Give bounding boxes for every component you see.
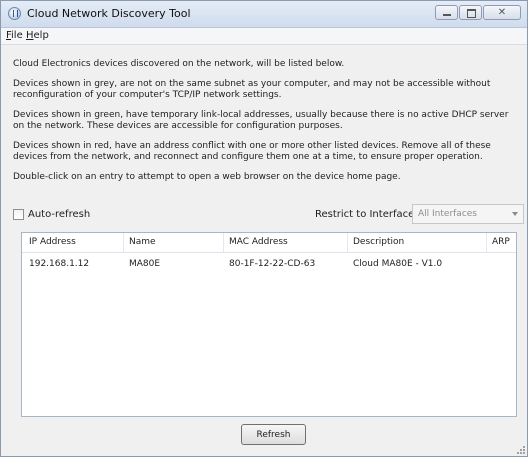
info-paragraph: Double-click on an entry to attempt to o… bbox=[13, 172, 401, 182]
menu-help-label: elp bbox=[33, 30, 49, 41]
title-bar[interactable]: Cloud Network Discovery Tool ✕ bbox=[1, 1, 527, 28]
column-separator[interactable] bbox=[123, 233, 124, 252]
menu-file[interactable]: File bbox=[6, 30, 23, 41]
close-button[interactable]: ✕ bbox=[483, 5, 521, 20]
interface-select-value: All Interfaces bbox=[418, 209, 478, 219]
minimize-icon bbox=[443, 14, 451, 16]
window-title: Cloud Network Discovery Tool bbox=[27, 7, 191, 20]
table-row[interactable]: 192.168.1.12 MA80E 80-1F-12-22-CD-63 Clo… bbox=[22, 256, 516, 272]
menu-bar: File Help bbox=[1, 28, 527, 45]
main-window: Cloud Network Discovery Tool ✕ File Help… bbox=[0, 0, 528, 457]
minimize-button[interactable] bbox=[435, 5, 458, 20]
column-header-arp[interactable]: ARP bbox=[492, 237, 510, 247]
refresh-button[interactable]: Refresh bbox=[241, 424, 306, 445]
menu-help[interactable]: Help bbox=[26, 30, 49, 41]
column-separator[interactable] bbox=[486, 233, 487, 252]
device-list[interactable]: IP Address Name MAC Address Description … bbox=[21, 232, 517, 417]
column-separator[interactable] bbox=[223, 233, 224, 252]
restrict-interface-label: Restrict to Interface: bbox=[315, 209, 418, 220]
column-header-ip-address[interactable]: IP Address bbox=[29, 237, 76, 247]
close-icon: ✕ bbox=[497, 7, 507, 18]
cell-mac-address: 80-1F-12-22-CD-63 bbox=[229, 259, 316, 269]
resize-grip-icon[interactable] bbox=[516, 445, 525, 454]
info-paragraph: Devices shown in red, have an address co… bbox=[13, 141, 491, 162]
device-list-header: IP Address Name MAC Address Description … bbox=[22, 233, 516, 253]
interface-select[interactable]: All Interfaces bbox=[412, 204, 524, 224]
column-header-name[interactable]: Name bbox=[129, 237, 156, 247]
info-paragraph: Devices shown in grey, are not on the sa… bbox=[13, 79, 491, 100]
maximize-button[interactable] bbox=[459, 5, 482, 20]
column-header-mac-address[interactable]: MAC Address bbox=[229, 237, 288, 247]
info-paragraph: Cloud Electronics devices discovered on … bbox=[13, 59, 345, 69]
column-separator[interactable] bbox=[347, 233, 348, 252]
options-row: Auto-refresh Restrict to Interface: All … bbox=[13, 204, 525, 228]
column-header-description[interactable]: Description bbox=[353, 237, 404, 247]
maximize-icon bbox=[467, 9, 476, 18]
info-paragraph: Devices shown in green, have temporary l… bbox=[13, 110, 509, 131]
chevron-down-icon bbox=[512, 212, 518, 216]
menu-file-label: ile bbox=[11, 30, 23, 41]
app-globe-icon bbox=[8, 7, 21, 20]
auto-refresh-label[interactable]: Auto-refresh bbox=[28, 209, 90, 220]
cell-ip-address: 192.168.1.12 bbox=[29, 259, 90, 269]
cell-name: MA80E bbox=[129, 259, 161, 269]
menu-help-mnemonic: H bbox=[26, 30, 34, 41]
window-controls: ✕ bbox=[434, 5, 521, 22]
info-text: Cloud Electronics devices discovered on … bbox=[13, 59, 518, 192]
cell-description: Cloud MA80E - V1.0 bbox=[353, 259, 443, 269]
auto-refresh-checkbox[interactable] bbox=[13, 209, 24, 220]
